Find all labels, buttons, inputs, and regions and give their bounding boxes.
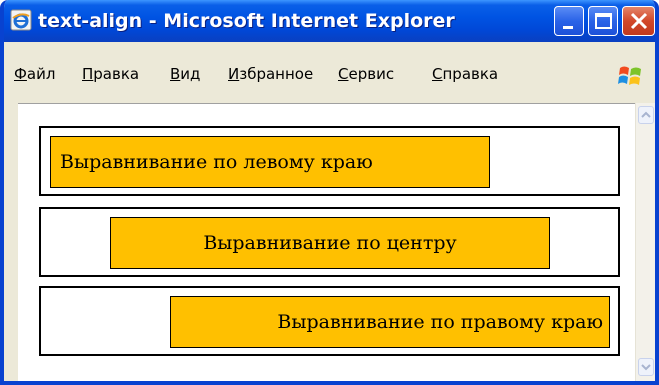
maximize-button[interactable] (588, 6, 618, 36)
vertical-scrollbar[interactable] (635, 103, 655, 381)
internet-explorer-icon (10, 9, 32, 31)
title-bar[interactable]: text-align - Microsoft Internet Explorer (4, 0, 655, 42)
maximize-icon (595, 13, 612, 29)
block-left-text: Выравнивание по левому краю (50, 136, 490, 188)
window-title: text-align - Microsoft Internet Explorer (38, 10, 455, 32)
scroll-down-button[interactable] (638, 358, 654, 376)
menu-file[interactable]: Файл (14, 65, 55, 83)
menu-favorites[interactable]: Избранное (228, 65, 313, 83)
menu-tools[interactable]: Сервис (338, 65, 394, 83)
browser-window: text-align - Microsoft Internet Explorer… (0, 0, 659, 385)
minimize-icon (563, 26, 573, 29)
windows-logo-icon (618, 66, 641, 85)
page-viewport: Выравнивание по левому краю Выравнивание… (18, 103, 635, 381)
minimize-button[interactable] (554, 6, 584, 36)
menu-bar: Файл Правка Вид Избранное Сервис Справка (4, 42, 655, 90)
block-center-text: Выравнивание по центру (110, 217, 550, 269)
scroll-up-button[interactable] (638, 106, 654, 124)
close-button[interactable] (622, 6, 655, 36)
menu-help[interactable]: Справка (432, 65, 498, 83)
menu-edit[interactable]: Правка (82, 65, 139, 83)
chevron-down-icon (641, 364, 651, 371)
block-left-container: Выравнивание по левому краю (39, 126, 620, 196)
chevron-up-icon (641, 111, 651, 118)
block-right-container: Выравнивание по правому краю (39, 286, 620, 356)
close-icon (630, 12, 648, 30)
menu-view[interactable]: Вид (170, 65, 200, 83)
block-center-container: Выравнивание по центру (39, 207, 620, 277)
block-right-text: Выравнивание по правому краю (170, 296, 610, 348)
